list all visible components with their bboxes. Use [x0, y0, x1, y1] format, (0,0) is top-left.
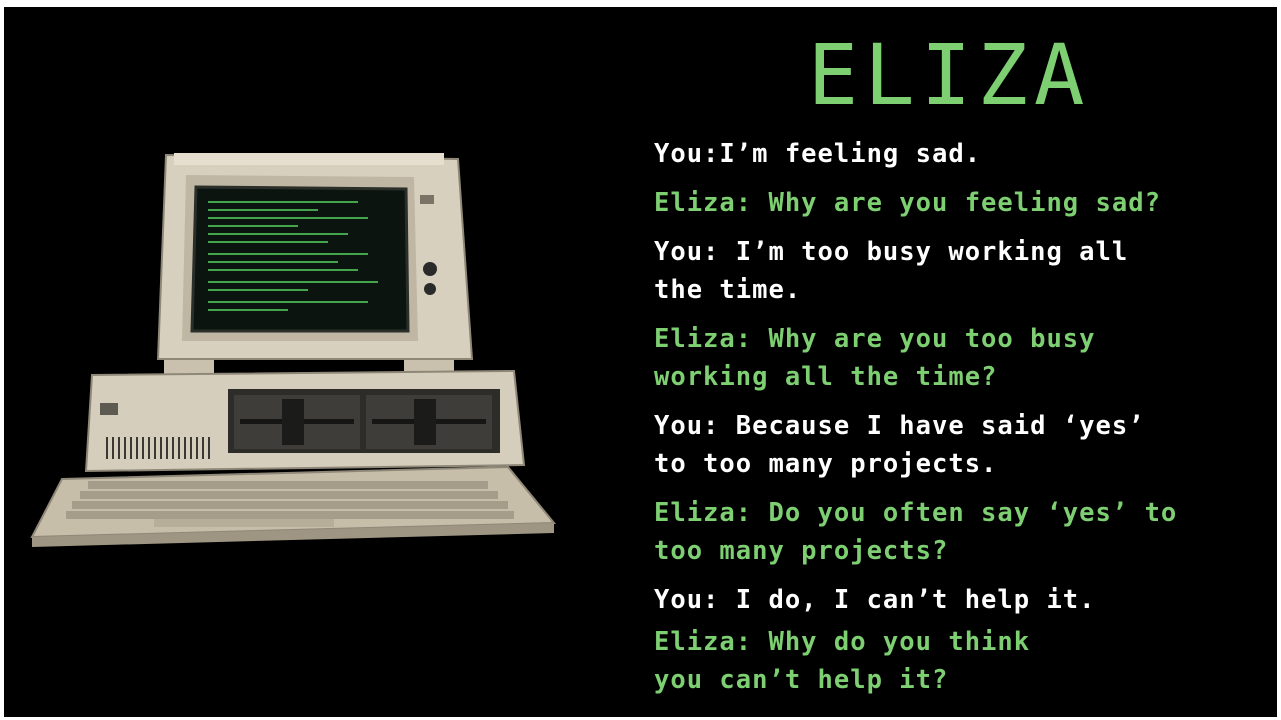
dialogue-line: too many projects? [654, 536, 949, 566]
dialogue-turn-you: You: I’m too busy working all the time. [654, 233, 1274, 309]
slide-title: ELIZA [807, 26, 1091, 124]
slide: ELIZA You:I’m feeling sad. Eliza: Why ar… [4, 7, 1277, 717]
dialogue: You:I’m feeling sad. Eliza: Why are you … [654, 135, 1274, 699]
dialogue-line: you can’t help it? [654, 665, 949, 695]
dialogue-turn-you: You:I’m feeling sad. [654, 135, 1274, 173]
dialogue-line: working all the time? [654, 362, 998, 392]
dialogue-turn-eliza: Eliza: Why are you feeling sad? [654, 184, 1274, 222]
dialogue-line: Eliza: Do you often say ‘yes’ to [654, 498, 1178, 528]
dialogue-line: You: Because I have said ‘yes’ [654, 411, 1145, 441]
dialogue-line: Eliza: Why do you think [654, 627, 1031, 657]
dialogue-turn-eliza: Eliza: Why are you too busy working all … [654, 320, 1274, 396]
dialogue-line: You:I’m feeling sad. [654, 139, 982, 169]
dialogue-line: You: I do, I can’t help it. [654, 585, 1096, 615]
dialogue-line: to too many projects. [654, 449, 998, 479]
dialogue-line: the time. [654, 275, 802, 305]
dialogue-line: Eliza: Why are you too busy [654, 324, 1096, 354]
dialogue-line: You: I’m too busy working all [654, 237, 1129, 267]
ibm-pc-computer-image [30, 153, 556, 547]
dialogue-turn-eliza: Eliza: Do you often say ‘yes’ to too man… [654, 494, 1274, 570]
dialogue-turn-eliza: Eliza: Why do you think you can’t help i… [654, 623, 1274, 699]
dialogue-line: Eliza: Why are you feeling sad? [654, 188, 1161, 218]
dialogue-turn-you: You: I do, I can’t help it. [654, 581, 1274, 619]
dialogue-turn-you: You: Because I have said ‘yes’ to too ma… [654, 407, 1274, 483]
